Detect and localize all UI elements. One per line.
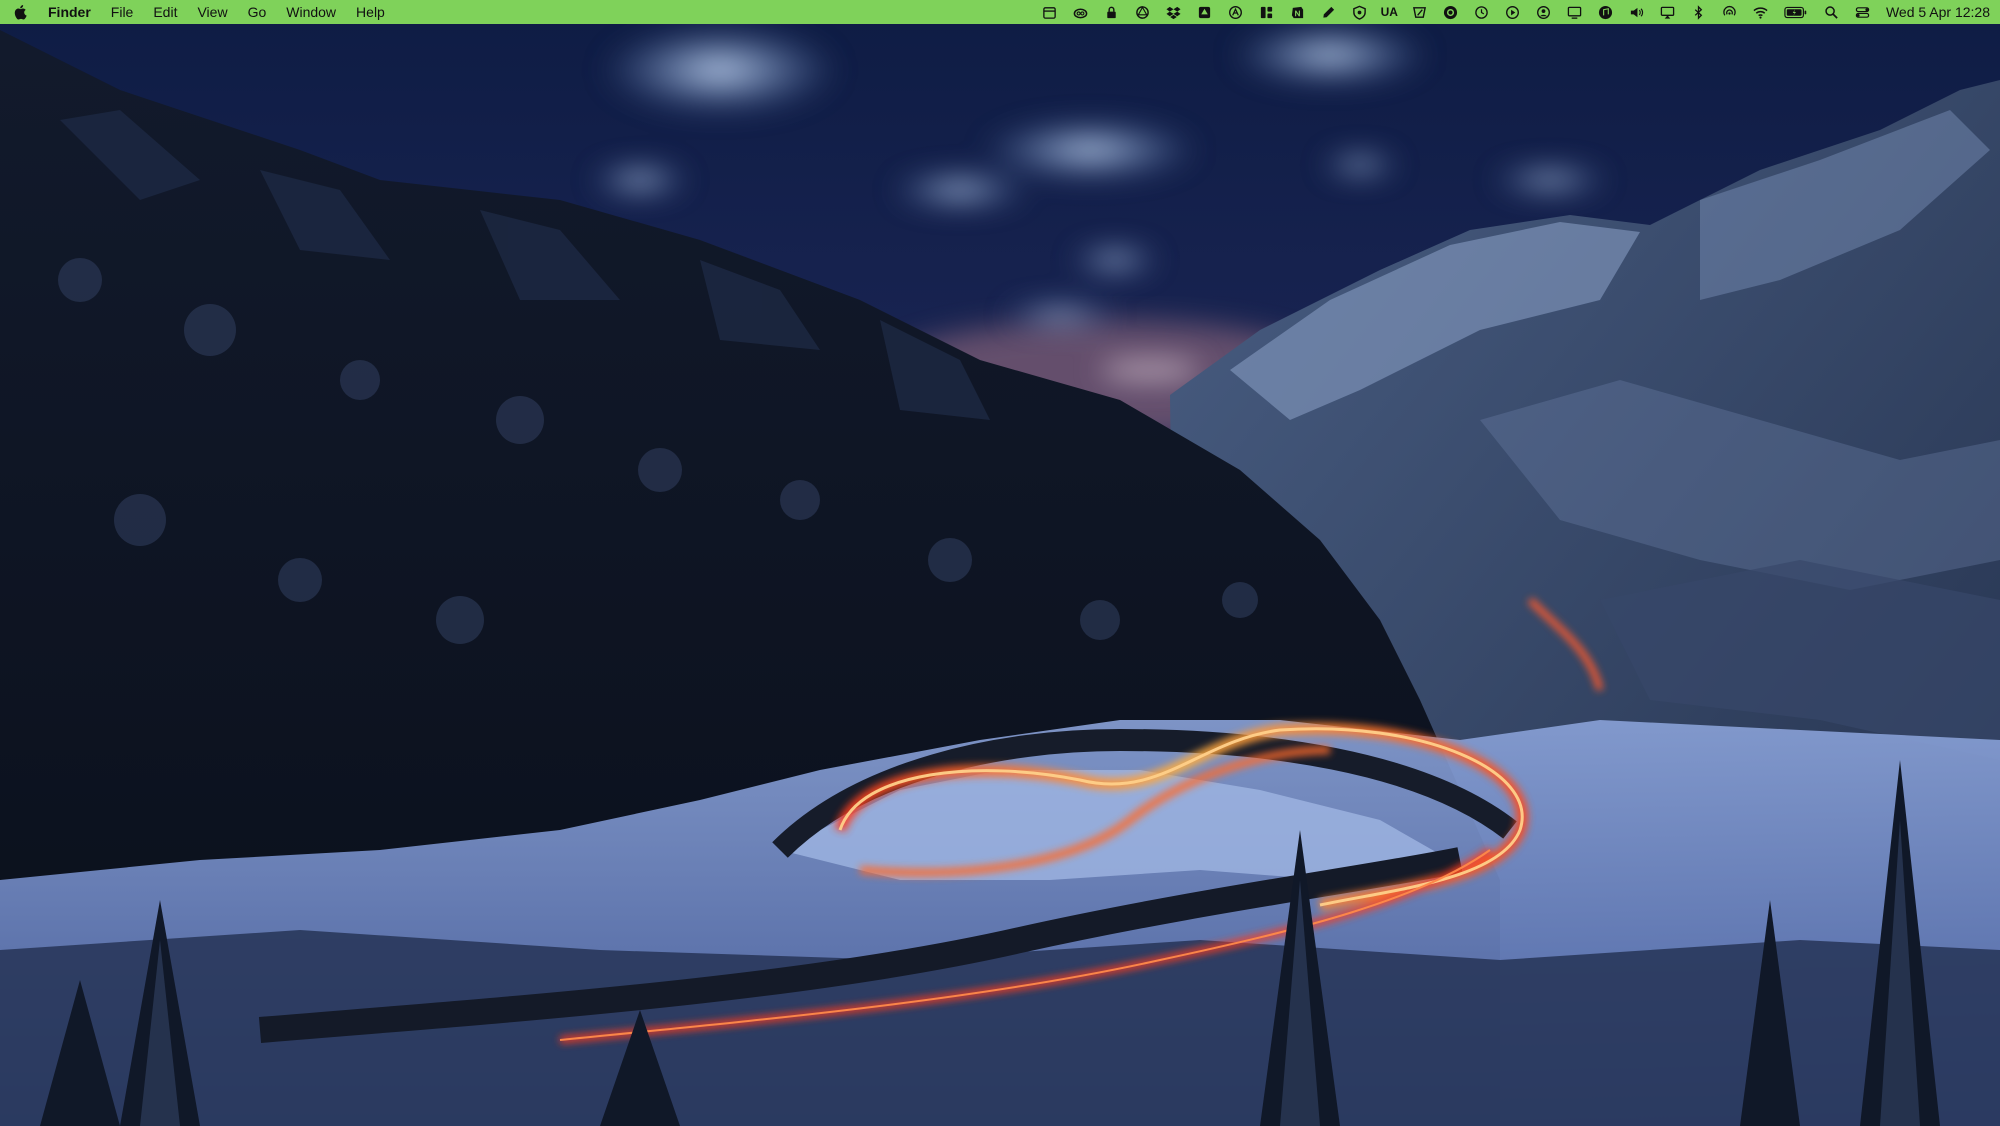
menu-app-name[interactable]: Finder bbox=[48, 0, 91, 24]
airdrop-icon[interactable] bbox=[1721, 4, 1738, 21]
menu-bar: Finder File Edit View Go Window Help UA … bbox=[0, 0, 2000, 24]
desktop[interactable]: Finder File Edit View Go Window Help UA … bbox=[0, 0, 2000, 1126]
volume-icon[interactable] bbox=[1628, 4, 1645, 21]
alfred-icon[interactable] bbox=[1227, 4, 1244, 21]
shield-icon[interactable] bbox=[1351, 4, 1368, 21]
menu-file[interactable]: File bbox=[111, 0, 134, 24]
calendar-icon[interactable] bbox=[1041, 4, 1058, 21]
pen-icon[interactable] bbox=[1320, 4, 1337, 21]
menu-bar-status-area: UA Wed 5 Apr 12:28 bbox=[1034, 0, 1990, 24]
screen-recorder-icon[interactable] bbox=[1442, 4, 1459, 21]
music-icon[interactable] bbox=[1597, 4, 1614, 21]
menu-view[interactable]: View bbox=[197, 0, 227, 24]
menu-help[interactable]: Help bbox=[356, 0, 385, 24]
menu-bar-clock[interactable]: Wed 5 Apr 12:28 bbox=[1886, 4, 1990, 20]
menu-window[interactable]: Window bbox=[286, 0, 336, 24]
menu-edit[interactable]: Edit bbox=[153, 0, 177, 24]
desktop-wallpaper bbox=[0, 0, 2000, 1126]
sketch-icon[interactable] bbox=[1411, 4, 1428, 21]
screen-mirroring-icon[interactable] bbox=[1659, 4, 1676, 21]
battery-icon[interactable] bbox=[1783, 4, 1809, 21]
spotlight-search-icon[interactable] bbox=[1823, 4, 1840, 21]
user-icon[interactable] bbox=[1535, 4, 1552, 21]
display-icon[interactable] bbox=[1566, 4, 1583, 21]
notion-icon[interactable] bbox=[1289, 4, 1306, 21]
play-icon[interactable] bbox=[1504, 4, 1521, 21]
control-center-icon[interactable] bbox=[1854, 4, 1871, 21]
menu-bar-left: Finder File Edit View Go Window Help bbox=[14, 0, 405, 24]
menu-go[interactable]: Go bbox=[248, 0, 267, 24]
dropbox-icon[interactable] bbox=[1165, 4, 1182, 21]
input-language-indicator[interactable]: UA bbox=[1381, 5, 1398, 19]
apple-logo-icon[interactable] bbox=[14, 4, 28, 20]
time-machine-icon[interactable] bbox=[1473, 4, 1490, 21]
openai-icon[interactable] bbox=[1134, 4, 1151, 21]
creative-cloud-icon[interactable] bbox=[1072, 4, 1089, 21]
google-drive-icon[interactable] bbox=[1196, 4, 1213, 21]
lock-icon[interactable] bbox=[1103, 4, 1120, 21]
bluetooth-icon[interactable] bbox=[1690, 4, 1707, 21]
bartender-icon[interactable] bbox=[1258, 4, 1275, 21]
wifi-icon[interactable] bbox=[1752, 4, 1769, 21]
